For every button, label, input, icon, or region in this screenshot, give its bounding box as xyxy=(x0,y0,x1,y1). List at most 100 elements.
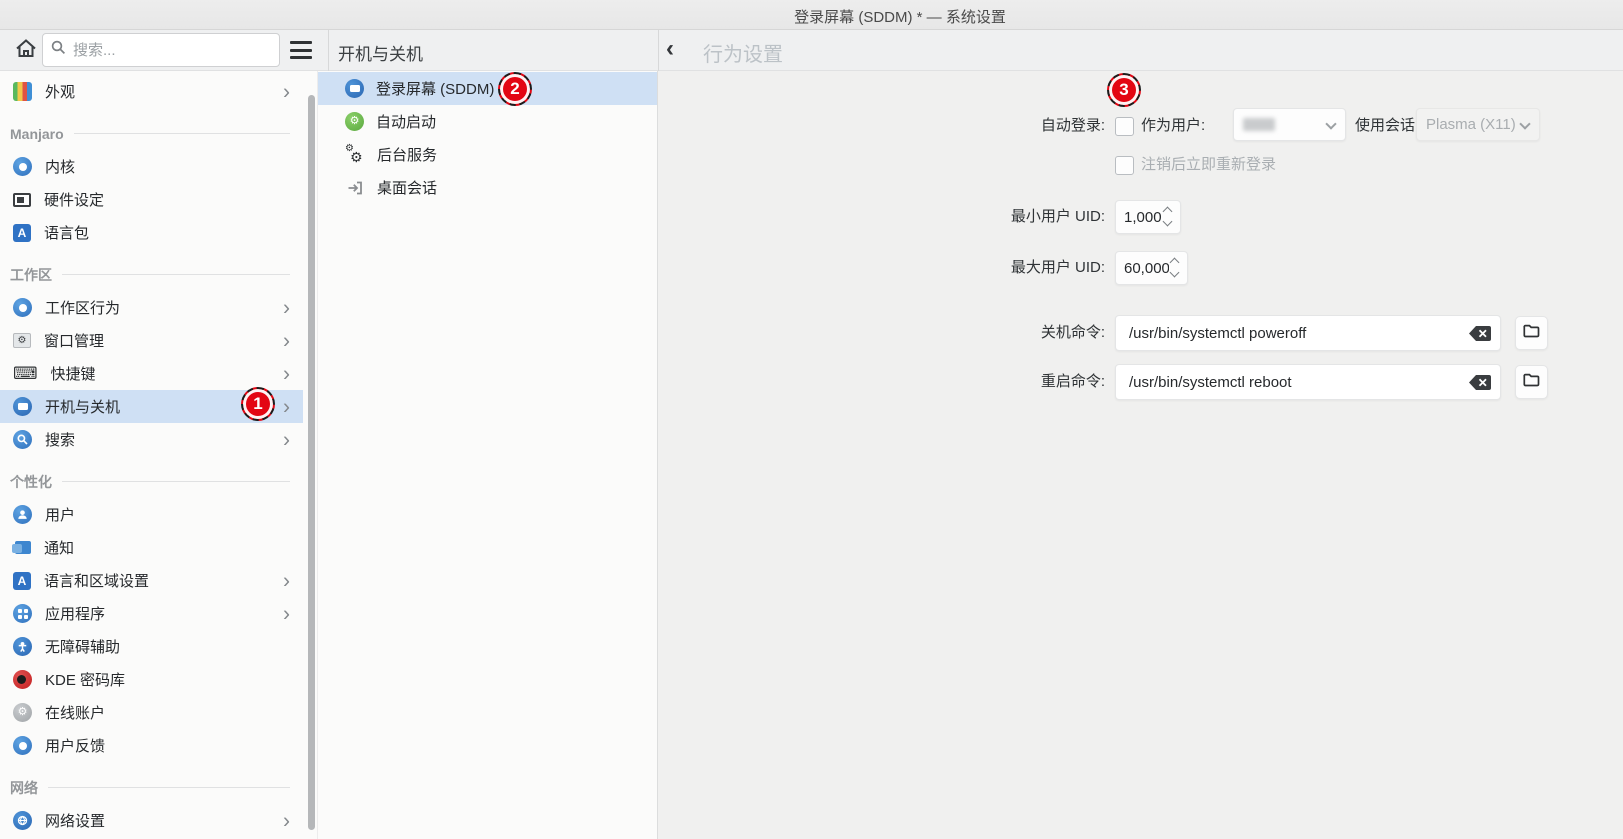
max-uid-input[interactable] xyxy=(1124,257,1169,279)
network-icon xyxy=(13,811,32,830)
step-badge-2: 2 xyxy=(498,72,532,106)
halt-command-input[interactable] xyxy=(1129,322,1461,344)
search-box[interactable] xyxy=(42,33,280,67)
chevron-right-icon: › xyxy=(283,569,290,592)
chevron-right-icon: › xyxy=(283,296,290,319)
sidebar-item-accessibility[interactable]: 无障碍辅助 xyxy=(0,630,303,663)
autologin-label: 自动登录: xyxy=(1040,117,1105,134)
reboot-command-label: 重启命令: xyxy=(1040,373,1105,390)
menu-button[interactable] xyxy=(290,40,312,60)
feedback-icon xyxy=(13,736,32,755)
chevron-right-icon: › xyxy=(283,428,290,451)
language-region-icon: A xyxy=(13,571,31,590)
keyboard-icon: ⌨ xyxy=(13,364,38,383)
relogin-label: 注销后立即重新登录 xyxy=(1141,156,1277,173)
session-value: Plasma (X11) xyxy=(1426,116,1516,133)
clear-text-icon[interactable] xyxy=(1469,375,1491,390)
min-uid-input[interactable] xyxy=(1124,206,1162,228)
sidebar-item-kde-wallet[interactable]: KDE 密码库 xyxy=(0,663,303,696)
accessibility-icon xyxy=(13,637,32,656)
sidebar-item-language-region[interactable]: A 语言和区域设置 › xyxy=(0,564,303,597)
titlebar[interactable]: 登录屏幕 (SDDM) * — 系统设置 xyxy=(0,0,1623,30)
sidebar-item-notifications[interactable]: 通知 xyxy=(0,531,303,564)
reboot-browse-button[interactable] xyxy=(1515,365,1548,399)
window-management-icon: ⚙ xyxy=(13,333,31,348)
sidebar-item-kernel[interactable]: 内核 xyxy=(0,150,303,183)
reboot-command-input[interactable] xyxy=(1129,371,1461,393)
halt-command-field[interactable] xyxy=(1115,315,1501,351)
session-icon xyxy=(345,180,365,196)
spin-up-icon[interactable] xyxy=(1162,205,1173,217)
chevron-down-icon xyxy=(1325,118,1337,130)
sidebar-section-manjaro: Manjaro xyxy=(0,117,318,150)
sidebar-item-language-packages[interactable]: A 语言包 xyxy=(0,216,303,249)
list-item-login-screen-sddm[interactable]: 登录屏幕 (SDDM) xyxy=(318,72,657,105)
services-icon: ⚙ ⚙ xyxy=(345,143,363,165)
hardware-icon xyxy=(13,192,31,207)
spin-down-icon[interactable] xyxy=(1169,267,1180,280)
autologin-checkbox[interactable] xyxy=(1115,117,1134,136)
wallet-icon xyxy=(13,670,32,689)
applications-icon xyxy=(13,604,32,623)
max-uid-label: 最大用户 UID: xyxy=(1010,259,1105,276)
sidebar-item-appearance[interactable]: 外观 › xyxy=(0,75,303,108)
halt-command-label: 关机命令: xyxy=(1040,324,1105,341)
relogin-checkbox[interactable] xyxy=(1115,156,1134,175)
session-combobox[interactable]: Plasma (X11) xyxy=(1416,108,1540,141)
sidebar-item-network-settings[interactable]: 网络设置 › xyxy=(0,804,303,837)
back-button[interactable]: ‹ xyxy=(666,36,686,62)
sidebar-item-shortcuts[interactable]: ⌨ 快捷键 › xyxy=(0,357,303,390)
sidebar-item-hardware-settings[interactable]: 硬件设定 xyxy=(0,183,303,216)
max-uid-spinbox[interactable] xyxy=(1115,251,1188,285)
band-separator xyxy=(658,30,659,71)
notifications-icon xyxy=(12,541,31,554)
spin-up-icon[interactable] xyxy=(1169,256,1180,268)
step-badge-3: 3 xyxy=(1107,73,1141,107)
chevron-down-icon xyxy=(1519,118,1531,130)
system-settings-window: { "titlebar": { "title": "登录屏幕 (SDDM) * … xyxy=(0,0,1623,839)
min-uid-label: 最小用户 UID: xyxy=(1010,208,1105,225)
search-icon xyxy=(51,40,66,60)
sidebar-item-applications[interactable]: 应用程序 › xyxy=(0,597,303,630)
sidebar-item-search[interactable]: 搜索 › xyxy=(0,423,303,456)
sidebar-item-window-management[interactable]: ⚙ 窗口管理 › xyxy=(0,324,303,357)
sddm-icon xyxy=(345,79,364,98)
session-label: 使用会话 xyxy=(1355,117,1416,134)
reboot-command-field[interactable] xyxy=(1115,364,1501,400)
chevron-right-icon: › xyxy=(283,362,290,385)
halt-browse-button[interactable] xyxy=(1515,316,1548,350)
clear-text-icon[interactable] xyxy=(1469,326,1491,341)
kernel-icon xyxy=(13,157,32,176)
min-uid-spinbox[interactable] xyxy=(1115,200,1181,234)
language-icon: A xyxy=(13,223,31,242)
band-separator xyxy=(328,30,329,71)
list-item-autostart[interactable]: ⚙ 自动启动 xyxy=(318,105,657,138)
list-item-desktop-session[interactable]: 桌面会话 xyxy=(318,171,657,204)
sidebar-section-workspace: 工作区 xyxy=(0,258,318,291)
sidebar-item-user-feedback[interactable]: 用户反馈 xyxy=(0,729,303,762)
middle-column-title: 开机与关机 xyxy=(338,45,423,64)
sidebar-scrollbar[interactable] xyxy=(308,95,315,830)
sidebar-section-personalization: 个性化 xyxy=(0,465,318,498)
category-list: 登录屏幕 (SDDM) ⚙ 自动启动 ⚙ ⚙ 后台服务 桌面会话 xyxy=(318,71,657,839)
chevron-right-icon: › xyxy=(283,80,290,103)
search-input[interactable] xyxy=(73,41,272,59)
sidebar-item-online-accounts[interactable]: ⚙ 在线账户 xyxy=(0,696,303,729)
panel-title: 行为设置 xyxy=(703,44,783,66)
home-icon xyxy=(15,38,37,64)
workspace-behavior-icon xyxy=(13,298,32,317)
list-item-background-services[interactable]: ⚙ ⚙ 后台服务 xyxy=(318,138,657,171)
chevron-right-icon: › xyxy=(283,602,290,625)
users-icon xyxy=(13,505,32,524)
appearance-icon xyxy=(13,82,32,101)
user-combobox[interactable] xyxy=(1233,108,1346,141)
folder-icon xyxy=(1523,324,1540,343)
home-button[interactable] xyxy=(12,38,40,64)
sidebar-item-workspace-behavior[interactable]: 工作区行为 › xyxy=(0,291,303,324)
spin-down-icon[interactable] xyxy=(1162,216,1173,229)
sidebar-item-users[interactable]: 用户 xyxy=(0,498,303,531)
chevron-right-icon: › xyxy=(283,329,290,352)
chevron-right-icon: › xyxy=(283,395,290,418)
sidebar: 外观 › Manjaro 内核 硬件设定 A 语言包 工作区 工作区行为 › ⚙… xyxy=(0,71,318,839)
search-settings-icon xyxy=(13,430,32,449)
